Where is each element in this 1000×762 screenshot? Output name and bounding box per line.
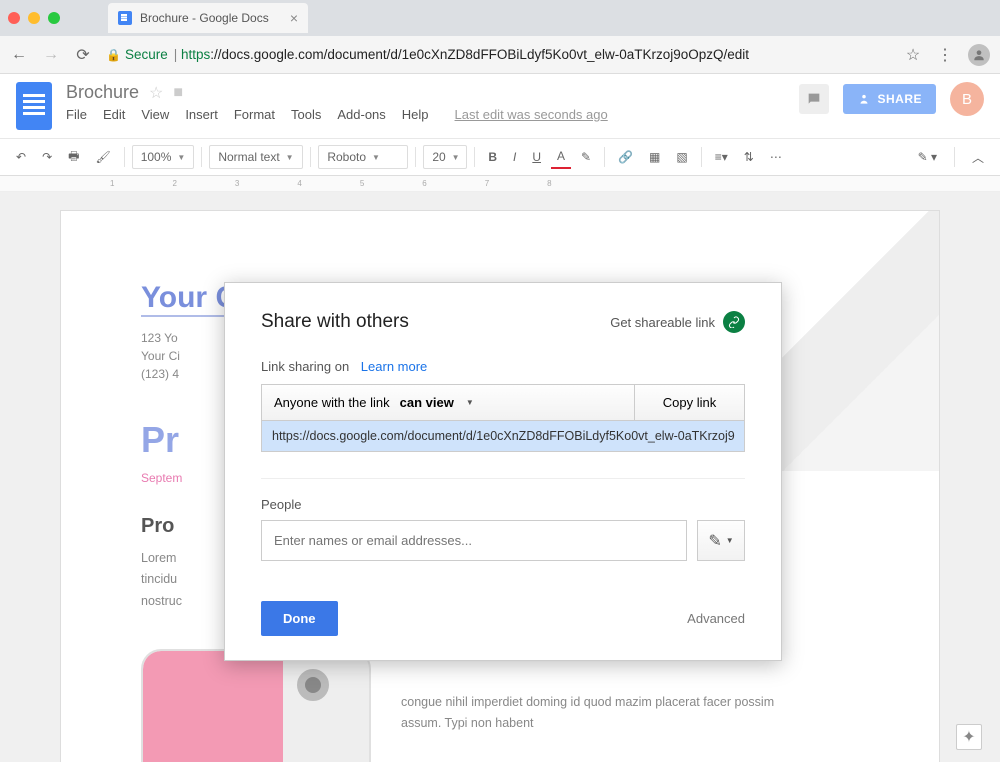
menu-edit[interactable]: Edit xyxy=(103,107,125,122)
print-button[interactable]: 🖶 xyxy=(62,143,85,172)
menu-help[interactable]: Help xyxy=(402,107,429,122)
share-button-label: SHARE xyxy=(877,92,922,106)
copy-link-button[interactable]: Copy link xyxy=(634,385,744,420)
browser-tab[interactable]: Brochure - Google Docs × xyxy=(108,3,308,33)
insert-comment-button[interactable]: ▦ xyxy=(643,146,666,168)
window-close[interactable] xyxy=(8,12,20,24)
align-button[interactable]: ≡▾ xyxy=(709,146,734,168)
paint-format-button[interactable]: 🖌 xyxy=(89,146,116,168)
explore-button[interactable]: ✦ xyxy=(956,724,982,750)
font-size-dropdown[interactable]: 20▼ xyxy=(423,145,467,169)
toolbar: ↶ ↷ 🖶 🖌 100%▼ Normal text▼ Roboto▼ 20▼ B… xyxy=(0,138,1000,176)
menu-tools[interactable]: Tools xyxy=(291,107,321,122)
people-input[interactable] xyxy=(261,520,687,561)
address-bar: ← → ⟳ 🔒 Secure | https ://docs.google.co… xyxy=(0,36,1000,74)
share-dialog: Share with others Get shareable link Lin… xyxy=(224,282,782,661)
menu-addons[interactable]: Add-ons xyxy=(337,107,385,122)
people-label: People xyxy=(261,497,745,512)
undo-button[interactable]: ↶ xyxy=(10,146,32,168)
underline-button[interactable]: U xyxy=(526,146,547,168)
done-button[interactable]: Done xyxy=(261,601,338,636)
people-permission-dropdown[interactable]: ✎▼ xyxy=(697,520,745,561)
more-button[interactable]: ⋯ xyxy=(764,146,788,168)
collapse-toolbar-button[interactable]: ︿ xyxy=(966,145,990,170)
menu-insert[interactable]: Insert xyxy=(185,107,218,122)
docs-favicon xyxy=(118,11,132,25)
insert-image-button[interactable]: ▧ xyxy=(670,146,693,168)
insert-link-button[interactable]: 🔗 xyxy=(612,146,639,168)
secure-label: Secure xyxy=(125,47,168,62)
docs-header: Brochure ☆ ■ File Edit View Insert Forma… xyxy=(0,74,1000,130)
text-color-button[interactable]: A xyxy=(551,145,571,169)
line-spacing-button[interactable]: ⇅ xyxy=(738,146,760,168)
styles-dropdown[interactable]: Normal text▼ xyxy=(209,145,303,169)
window-maximize[interactable] xyxy=(48,12,60,24)
menu-view[interactable]: View xyxy=(141,107,169,122)
menu-format[interactable]: Format xyxy=(234,107,275,122)
advanced-link[interactable]: Advanced xyxy=(687,611,745,626)
zoom-dropdown[interactable]: 100%▼ xyxy=(132,145,195,169)
link-icon xyxy=(723,311,745,333)
lock-icon: 🔒 xyxy=(106,48,121,62)
tab-title: Brochure - Google Docs xyxy=(140,11,269,25)
url-input[interactable]: 🔒 Secure | https ://docs.google.com/docu… xyxy=(106,47,890,62)
pencil-icon: ✎ xyxy=(708,531,721,551)
font-dropdown[interactable]: Roboto▼ xyxy=(318,145,408,169)
chevron-down-icon: ▼ xyxy=(466,398,474,407)
docs-logo-icon[interactable] xyxy=(16,82,52,130)
learn-more-link[interactable]: Learn more xyxy=(361,359,427,374)
highlight-button[interactable]: ✎ xyxy=(575,146,597,168)
bold-button[interactable]: B xyxy=(482,146,503,168)
doc-phone-image[interactable] xyxy=(141,649,371,762)
back-button[interactable]: ← xyxy=(10,46,28,64)
browser-menu-icon[interactable]: ⋮ xyxy=(936,45,954,65)
share-button[interactable]: SHARE xyxy=(843,84,936,114)
document-title[interactable]: Brochure xyxy=(66,82,139,103)
editing-mode-button[interactable]: ✎ ▾ xyxy=(912,146,943,168)
folder-icon[interactable]: ■ xyxy=(173,84,183,102)
user-avatar[interactable]: B xyxy=(950,82,984,116)
url-rest: ://docs.google.com/document/d/1e0cXnZD8d… xyxy=(210,47,749,62)
last-edit-link[interactable]: Last edit was seconds ago xyxy=(455,107,608,122)
link-permission-dropdown[interactable]: Anyone with the link can view ▼ xyxy=(262,385,634,420)
chrome-account-icon[interactable] xyxy=(968,44,990,66)
reload-button[interactable]: ⟳ xyxy=(74,45,92,65)
window-minimize[interactable] xyxy=(28,12,40,24)
share-url-field[interactable]: https://docs.google.com/document/d/1e0cX… xyxy=(261,421,745,452)
menu-file[interactable]: File xyxy=(66,107,87,122)
redo-button[interactable]: ↷ xyxy=(36,146,58,168)
forward-button[interactable]: → xyxy=(42,46,60,64)
url-scheme: https xyxy=(181,47,210,62)
get-shareable-link[interactable]: Get shareable link xyxy=(610,311,745,333)
tab-close-icon[interactable]: × xyxy=(290,10,298,26)
bookmark-star-icon[interactable]: ☆ xyxy=(904,45,922,65)
ruler[interactable]: 1 2 3 4 5 6 7 8 xyxy=(0,176,1000,192)
browser-tab-bar: Brochure - Google Docs × xyxy=(0,0,1000,36)
doc-body-right[interactable]: congue nihil imperdiet doming id quod ma… xyxy=(401,692,781,735)
menu-bar: File Edit View Insert Format Tools Add-o… xyxy=(66,107,799,122)
star-icon[interactable]: ☆ xyxy=(149,83,163,103)
comments-icon[interactable] xyxy=(799,84,829,114)
link-sharing-status: Link sharing on xyxy=(261,359,349,374)
italic-button[interactable]: I xyxy=(507,146,522,168)
